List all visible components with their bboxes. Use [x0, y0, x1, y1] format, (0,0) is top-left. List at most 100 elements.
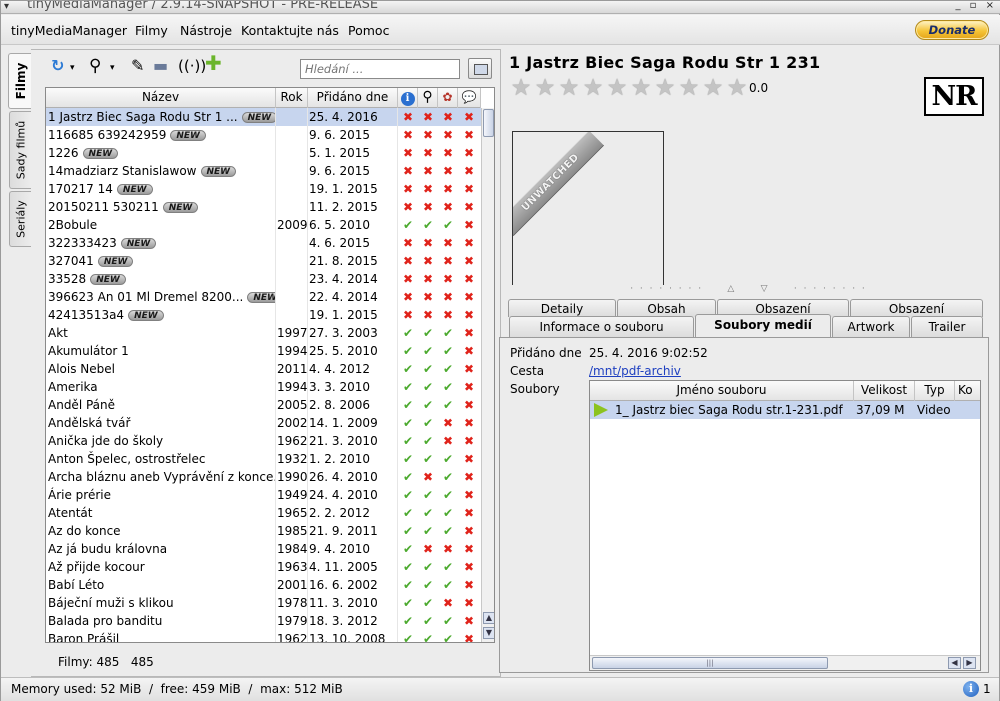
media-info-icon[interactable]: ((·)): [178, 56, 206, 76]
table-row[interactable]: Akumulátor 1 1994 25. 5. 2010 ✔ ✔ ✔ ✖: [46, 342, 481, 360]
table-row[interactable]: Atentát 1965 2. 2. 2012 ✔ ✔ ✔ ✖: [46, 504, 481, 522]
table-row[interactable]: 396623 An 01 Ml Dremel 8200... NEW 22. 4. …: [46, 288, 481, 306]
play-icon[interactable]: [594, 403, 608, 417]
table-row[interactable]: Akt 1997 27. 3. 2003 ✔ ✔ ✔ ✖: [46, 324, 481, 342]
column-year[interactable]: Rok: [276, 88, 308, 108]
window-controls[interactable]: _ ▫ ×: [955, 1, 997, 11]
column-name[interactable]: Název: [46, 88, 276, 108]
star-icon[interactable]: ★: [557, 77, 581, 100]
artwork-flag-icon: ✖: [442, 164, 454, 178]
table-row[interactable]: 14madziarz Stanislawow NEW 9. 6. 2015 ✖ ✖ ✖ ✖: [46, 162, 481, 180]
table-row[interactable]: Balada pro banditu 1979 18. 3. 2012 ✔ ✔ ✔ ✖: [46, 612, 481, 630]
menu-movies[interactable]: Filmy: [135, 23, 168, 38]
search-input[interactable]: [300, 59, 460, 79]
tab-trailer[interactable]: Trailer: [911, 316, 983, 337]
side-tab-movie-sets[interactable]: Sady filmů: [9, 111, 31, 189]
star-icon[interactable]: ★: [581, 77, 605, 100]
table-row[interactable]: Az do konce 1985 21. 9. 2011 ✔ ✔ ✔ ✖: [46, 522, 481, 540]
table-row[interactable]: Amerika 1994 3. 3. 2010 ✔ ✔ ✔ ✖: [46, 378, 481, 396]
search-options-button[interactable]: [468, 58, 492, 79]
table-row[interactable]: Árie prérie 1949 24. 4. 2010 ✔ ✔ ✔ ✖: [46, 486, 481, 504]
rating-stars[interactable]: ★ ★ ★ ★ ★ ★ ★ ★ ★ ★: [509, 77, 749, 100]
table-row[interactable]: Anton Špelec, ostrostřelec 1932 1. 2. 2010…: [46, 450, 481, 468]
add-icon[interactable]: ✚: [205, 53, 222, 73]
tab-file-info[interactable]: Informace o souboru: [509, 316, 694, 337]
table-row[interactable]: 327041 NEW 21. 8. 2015 ✖ ✖ ✖ ✖: [46, 252, 481, 270]
table-row[interactable]: 2Bobule 2009 6. 5. 2010 ✔ ✔ ✔ ✖: [46, 216, 481, 234]
side-tab-movies[interactable]: Filmy: [8, 53, 32, 109]
table-row[interactable]: Baron Prášil 1962 13. 10. 2008 ✔ ✔ ✔ ✖: [46, 630, 481, 642]
column-info-icon[interactable]: i: [398, 88, 418, 108]
table-row[interactable]: Babí Léto 2001 16. 6. 2002 ✔ ✔ ✔ ✖: [46, 576, 481, 594]
scroll-right-arrow-icon[interactable]: ▶: [963, 657, 976, 669]
star-icon[interactable]: ★: [701, 77, 725, 100]
files-horizontal-scrollbar[interactable]: ||| ◀ ▶: [590, 655, 980, 670]
column-subtitle-icon[interactable]: 💬: [458, 88, 481, 108]
file-row[interactable]: 1_ Jastrz biec Saga Rodu str.1-231.pdf 3…: [590, 401, 980, 419]
movie-name-text: Balada pro banditu: [48, 614, 163, 628]
movie-added-date: 21. 9. 2011: [308, 522, 398, 540]
star-icon[interactable]: ★: [605, 77, 629, 100]
table-row[interactable]: 116685 639242959 NEW 9. 6. 2015 ✖ ✖ ✖ ✖: [46, 126, 481, 144]
table-row[interactable]: Az já budu královna 1984 9. 4. 2010 ✔ ✖ ✖ ✖: [46, 540, 481, 558]
star-icon[interactable]: ★: [653, 77, 677, 100]
tab-details[interactable]: Detaily: [508, 299, 616, 317]
column-artwork-icon[interactable]: ✿: [438, 88, 458, 108]
refresh-icon[interactable]: ↻: [51, 56, 64, 76]
star-icon[interactable]: ★: [509, 77, 533, 100]
table-row[interactable]: 1 Jastrz Biec Saga Rodu Str 1 ... NEW 25. …: [46, 108, 481, 126]
edit-icon[interactable]: ✎: [131, 56, 144, 76]
table-row[interactable]: Báječní muži s klikou 1978 11. 3. 2010 ✔ ✔ ✖ ✖: [46, 594, 481, 612]
nfo-flag-icon: ✖: [402, 200, 414, 214]
window-menu-icon[interactable]: ▾: [4, 1, 9, 13]
column-codec[interactable]: Ko: [955, 381, 980, 401]
scrollbar-thumb[interactable]: |||: [592, 657, 828, 669]
poster-image[interactable]: UNWATCHED: [512, 131, 664, 285]
scroll-up-arrow-icon[interactable]: ▲: [483, 612, 494, 624]
table-row[interactable]: 1226 NEW 5. 1. 2015 ✖ ✖ ✖ ✖: [46, 144, 481, 162]
chevron-down-icon[interactable]: ▾: [110, 58, 115, 78]
table-row[interactable]: 33528 NEW 23. 4. 2014 ✖ ✖ ✖ ✖: [46, 270, 481, 288]
info-icon[interactable]: i: [963, 681, 979, 697]
tab-artwork[interactable]: Artwork: [832, 316, 910, 337]
star-icon[interactable]: ★: [677, 77, 701, 100]
column-added[interactable]: Přidáno dne: [308, 88, 398, 108]
movie-year: [276, 252, 308, 270]
table-row[interactable]: Anička jde do školy 1962 21. 3. 2010 ✔ ✔ ✖ ✖: [46, 432, 481, 450]
menu-help[interactable]: Pomoc: [348, 23, 389, 38]
table-row[interactable]: Až přijde kocour 1963 4. 11. 2005 ✔ ✔ ✔ ✖: [46, 558, 481, 576]
table-row[interactable]: Alois Nebel 2011 4. 4. 2012 ✔ ✔ ✔ ✖: [46, 360, 481, 378]
menu-contact[interactable]: Kontaktujte nás: [241, 23, 339, 38]
star-icon[interactable]: ★: [725, 77, 749, 100]
star-icon[interactable]: ★: [533, 77, 557, 100]
table-row[interactable]: 170217 14 NEW 19. 1. 2015 ✖ ✖ ✖ ✖: [46, 180, 481, 198]
tab-media-files[interactable]: Soubory medií: [695, 314, 831, 337]
scroll-left-arrow-icon[interactable]: ◀: [948, 657, 961, 669]
side-tab-tv-shows[interactable]: Seriály: [9, 191, 31, 247]
table-scrollbar[interactable]: ▲ ▼: [481, 108, 494, 642]
table-row[interactable]: 322333423 NEW 4. 6. 2015 ✖ ✖ ✖ ✖: [46, 234, 481, 252]
column-size[interactable]: Velikost: [854, 381, 915, 401]
star-icon[interactable]: ★: [629, 77, 653, 100]
artwork-flag-icon: ✖: [442, 434, 454, 448]
table-row[interactable]: Anděl Páně 2005 2. 8. 2006 ✔ ✔ ✔ ✖: [46, 396, 481, 414]
path-link[interactable]: /mnt/pdf-archiv: [589, 364, 681, 378]
panel-splitter[interactable]: · · · · · · · · △ ▽ · · · · · · · ·: [501, 284, 996, 296]
column-filename[interactable]: Jméno souboru: [590, 381, 854, 401]
donate-button[interactable]: Donate: [915, 20, 989, 40]
menu-tools[interactable]: Nástroje: [180, 23, 232, 38]
subtitle-flag-icon: ✖: [463, 272, 475, 286]
rename-icon[interactable]: ▬: [153, 56, 168, 76]
column-type[interactable]: Typ: [915, 381, 955, 401]
table-row[interactable]: 42413513a4 NEW 19. 1. 2015 ✖ ✖ ✖ ✖: [46, 306, 481, 324]
scroll-down-arrow-icon[interactable]: ▼: [483, 627, 494, 639]
search-icon[interactable]: ⚲: [89, 56, 101, 76]
menu-tinymediamanager[interactable]: tinyMediaManager: [11, 23, 127, 38]
chevron-down-icon[interactable]: ▾: [70, 58, 75, 78]
scrollbar-thumb[interactable]: [483, 109, 494, 137]
column-search-icon[interactable]: ⚲: [418, 88, 438, 108]
table-row[interactable]: Archa bláznu aneb Vyprávění z konce... 19…: [46, 468, 481, 486]
table-row[interactable]: Andělská tvář 2002 14. 1. 2009 ✔ ✔ ✖ ✖: [46, 414, 481, 432]
tab-crew[interactable]: Obsazení: [850, 299, 983, 317]
table-row[interactable]: 20150211 530211 NEW 11. 2. 2015 ✖ ✖ ✖ ✖: [46, 198, 481, 216]
